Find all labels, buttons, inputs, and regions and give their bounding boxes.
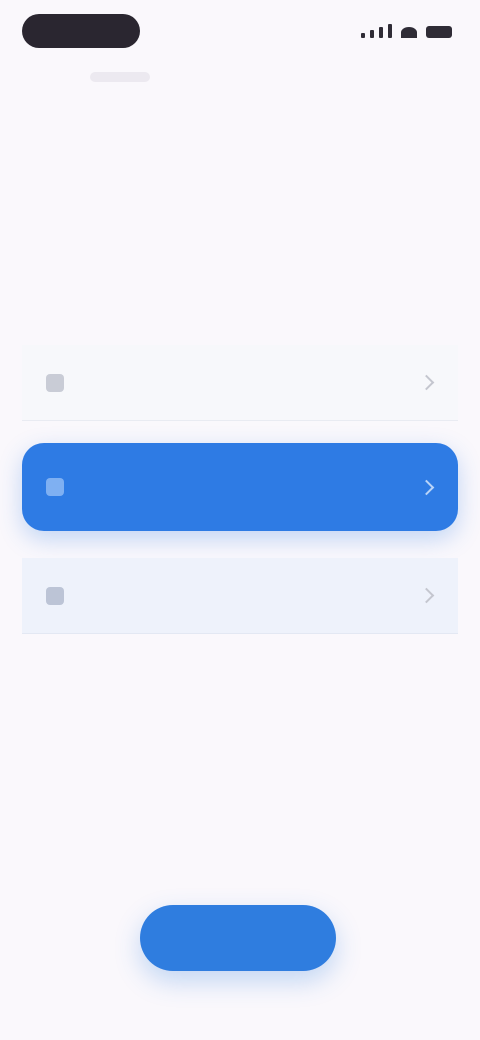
chevron-right-icon [418, 587, 435, 604]
battery-icon [426, 26, 452, 38]
back-button[interactable] [90, 72, 150, 82]
status-time [22, 14, 140, 48]
signal-icon [388, 24, 392, 38]
option-icon [46, 478, 64, 496]
status-bar [20, 14, 452, 48]
signal-icon [379, 27, 383, 38]
chevron-right-icon [418, 479, 435, 495]
option-icon [46, 373, 64, 392]
signal-icon [361, 33, 365, 38]
wifi-icon [401, 27, 417, 38]
option-item-1[interactable] [22, 345, 458, 421]
option-item-3[interactable] [22, 558, 458, 634]
signal-icon [370, 30, 374, 38]
continue-button[interactable] [140, 905, 336, 971]
status-icons [361, 24, 452, 38]
option-icon [46, 586, 64, 605]
chevron-right-icon [418, 374, 435, 391]
option-item-2-selected[interactable] [22, 443, 458, 531]
